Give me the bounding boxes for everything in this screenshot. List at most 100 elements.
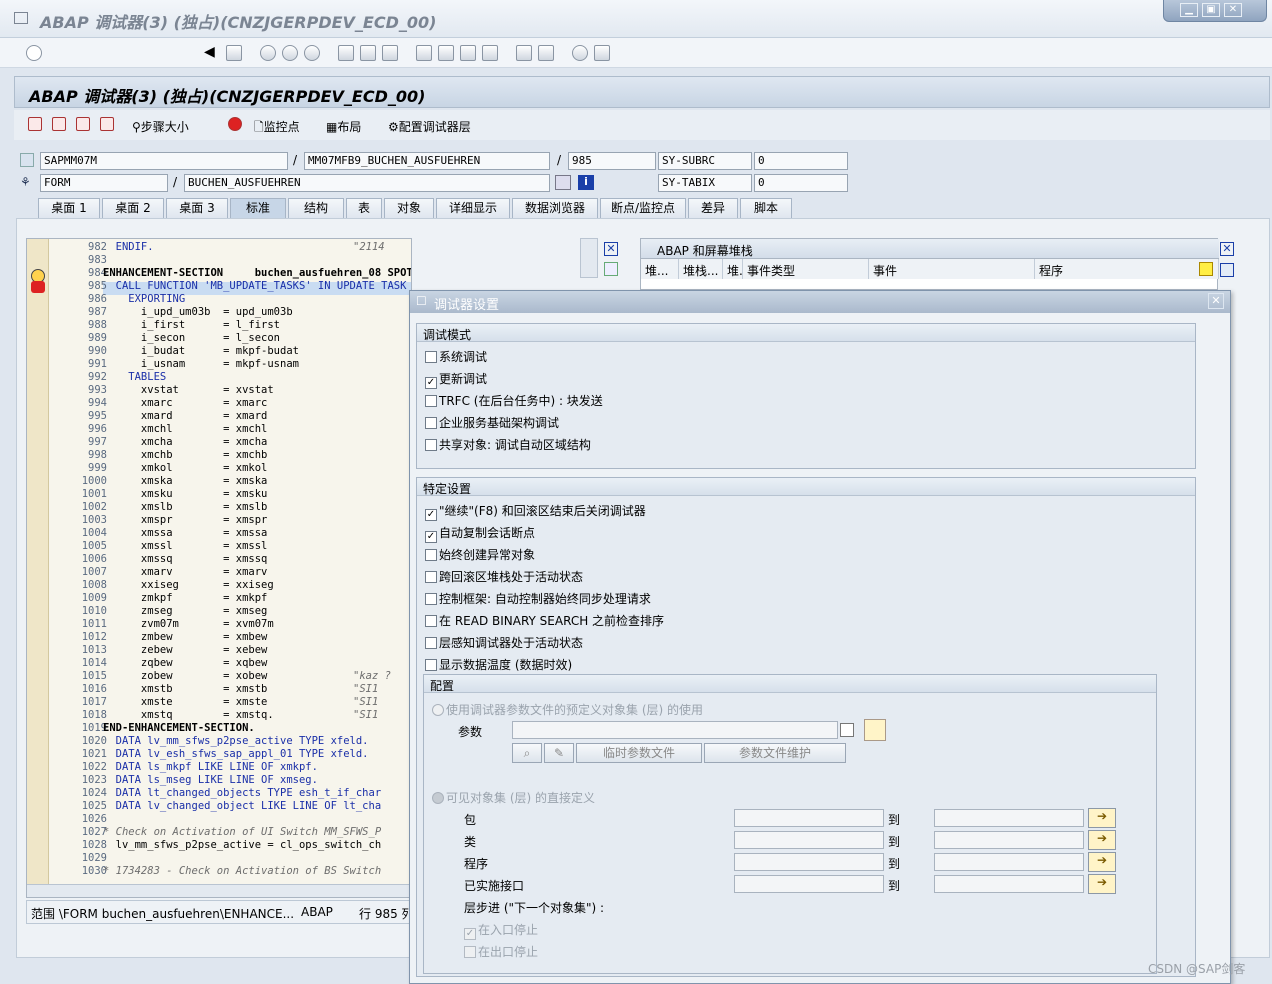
stop-icon[interactable]	[228, 117, 242, 131]
find-icon[interactable]	[360, 45, 376, 61]
find-next-icon[interactable]	[382, 45, 398, 61]
tab-diff[interactable]: 差异	[688, 198, 738, 218]
value-help-icon[interactable]	[840, 723, 854, 737]
debug-mode-checkbox-2[interactable]: ✓ 更新调试	[425, 370, 487, 389]
last-page-icon[interactable]	[482, 45, 498, 61]
stack-col-1[interactable]: 堆...	[641, 259, 679, 279]
temp-param-file-button[interactable]: 临时参数文件	[576, 743, 702, 763]
stop-at-exit-checkbox[interactable]: 在出口停止	[464, 943, 538, 960]
range-from-input[interactable]	[734, 853, 884, 871]
editor-status: 范围 \FORM buchen_ausfuehren\ENHANCE... AB…	[26, 900, 414, 924]
new-session-icon[interactable]	[516, 45, 532, 61]
tab-breakpoints[interactable]: 断点/监控点	[600, 198, 686, 218]
debug-mode-checkbox-4[interactable]: 企业服务基础架构调试	[425, 414, 559, 431]
editor-hscrollbar[interactable]	[27, 884, 411, 897]
layout-button[interactable]: ▦布局	[326, 118, 361, 135]
stack-col-event-type[interactable]: 事件类型	[743, 259, 869, 279]
param-file-maint-button[interactable]: 参数文件维护	[704, 743, 846, 763]
tab-details[interactable]: 详细显示	[436, 198, 510, 218]
dialog-close-icon[interactable]: ✕	[1208, 293, 1224, 309]
tab-standard[interactable]: 标准	[230, 198, 286, 218]
special-checkbox-1[interactable]: ✓ "继续"(F8) 和回滚区结束后关闭调试器	[425, 502, 646, 521]
range-to-input[interactable]	[934, 853, 1084, 871]
range-to-input[interactable]	[934, 875, 1084, 893]
display-param-button[interactable]: ⌕	[512, 743, 542, 763]
tab-desktop-2[interactable]: 桌面 2	[102, 198, 164, 218]
sysvar1-name[interactable]: SY-SUBRC	[658, 152, 752, 170]
step-over-icon[interactable]	[52, 117, 66, 131]
step-return-icon[interactable]	[76, 117, 90, 131]
stack-header: ABAP 和屏幕堆栈	[641, 239, 1219, 259]
user-icon[interactable]	[864, 719, 886, 741]
config-layers-button[interactable]: ⚙配置调试器层	[388, 118, 471, 135]
close-stack-icon[interactable]: ✕	[1220, 242, 1234, 256]
tab-structure[interactable]: 结构	[288, 198, 344, 218]
back-arrow-icon[interactable]: ◀	[204, 45, 215, 61]
range-to-input[interactable]	[934, 831, 1084, 849]
special-checkbox-2[interactable]: ✓ 自动复制会话断点	[425, 524, 535, 543]
edit-param-button[interactable]: ✎	[544, 743, 574, 763]
continue-icon[interactable]	[100, 117, 114, 131]
prev-page-icon[interactable]	[438, 45, 454, 61]
stack-col-3[interactable]: 堆..	[723, 259, 743, 279]
watchpoint-button[interactable]: 🗋监控点	[254, 118, 300, 139]
back-icon[interactable]	[260, 45, 276, 61]
special-checkbox-3[interactable]: 始终创建异常对象	[425, 546, 535, 563]
editor-vscrollbar[interactable]	[580, 238, 598, 278]
close-button[interactable]: ✕	[1224, 3, 1242, 17]
close-tool-icon[interactable]: ✕	[604, 242, 618, 256]
minimize-button[interactable]: ▁	[1180, 3, 1198, 17]
next-page-icon[interactable]	[460, 45, 476, 61]
special-checkbox-5[interactable]: 控制框架: 自动控制器始终同步处理请求	[425, 590, 651, 607]
multiple-selection-arrow-icon[interactable]: ➔	[1088, 874, 1116, 894]
cancel-icon[interactable]	[304, 45, 320, 61]
special-checkbox-7[interactable]: 层感知调试器处于活动状态	[425, 634, 583, 651]
stack-col-2[interactable]: 堆栈...	[679, 259, 723, 279]
layout-settings-icon[interactable]	[594, 45, 610, 61]
debug-mode-checkbox-1[interactable]: 系统调试	[425, 348, 487, 365]
range-from-input[interactable]	[734, 809, 884, 827]
multiple-selection-arrow-icon[interactable]: ➔	[1088, 808, 1116, 828]
multiple-selection-arrow-icon[interactable]: ➔	[1088, 852, 1116, 872]
new-tool-icon[interactable]	[604, 262, 618, 276]
multiple-selection-arrow-icon[interactable]: ➔	[1088, 830, 1116, 850]
tab-data-browser[interactable]: 数据浏览器	[512, 198, 598, 218]
watchpoint-label: 监控点	[263, 120, 300, 134]
swap-tool-icon[interactable]	[1220, 263, 1234, 277]
stack-col-program[interactable]: 程序	[1035, 259, 1219, 279]
navigate-icon[interactable]	[555, 175, 571, 190]
tab-table[interactable]: 表	[346, 198, 382, 218]
range-from-input[interactable]	[734, 831, 884, 849]
source-editor[interactable]: 982 ENDIF. "2114 983 984 ENHANCEMENT-SECTION…	[26, 238, 412, 898]
special-checkbox-6[interactable]: 在 READ BINARY SEARCH 之前检查排序	[425, 612, 664, 629]
tab-object[interactable]: 对象	[384, 198, 434, 218]
stack-col-event[interactable]: 事件	[869, 259, 1035, 279]
range-to-input[interactable]	[934, 809, 1084, 827]
shortcut-icon[interactable]	[538, 45, 554, 61]
direct-definition-radio[interactable]: 可见对象集 (层) 的直接定义	[432, 789, 595, 806]
print-icon[interactable]	[338, 45, 354, 61]
radio-selected-icon	[432, 792, 444, 804]
tab-desktop-3[interactable]: 桌面 3	[166, 198, 228, 218]
step-into-icon[interactable]	[28, 117, 42, 131]
stop-at-entry-checkbox[interactable]: ✓ 在入口停止	[464, 921, 538, 940]
param-input[interactable]	[512, 721, 838, 739]
special-checkbox-8[interactable]: 显示数据温度 (数据时效)	[425, 656, 572, 673]
maximize-button[interactable]: ▣	[1202, 3, 1220, 17]
range-from-input[interactable]	[734, 875, 884, 893]
first-page-icon[interactable]	[416, 45, 432, 61]
tab-script[interactable]: 脚本	[740, 198, 792, 218]
info-icon[interactable]: i	[578, 175, 594, 190]
step-size-button[interactable]: ⚲步骤大小	[132, 118, 189, 135]
tab-desktop-1[interactable]: 桌面 1	[38, 198, 100, 218]
exit-icon[interactable]	[282, 45, 298, 61]
enter-check-icon[interactable]	[26, 45, 42, 61]
sysvar2-name[interactable]: SY-TABIX	[658, 174, 752, 192]
special-checkbox-4[interactable]: 跨回滚区堆栈处于活动状态	[425, 568, 583, 585]
debug-mode-checkbox-5[interactable]: 共享对象: 调试自动区域结构	[425, 436, 591, 453]
help-icon[interactable]	[572, 45, 588, 61]
predefined-object-set-radio[interactable]: 使用调试器参数文件的预定义对象集 (层) 的使用	[432, 701, 703, 718]
column-layout-icon[interactable]	[1199, 262, 1213, 276]
save-icon[interactable]	[226, 45, 242, 61]
debug-mode-checkbox-3[interactable]: TRFC (在后台任务中) : 块发送	[425, 392, 603, 409]
